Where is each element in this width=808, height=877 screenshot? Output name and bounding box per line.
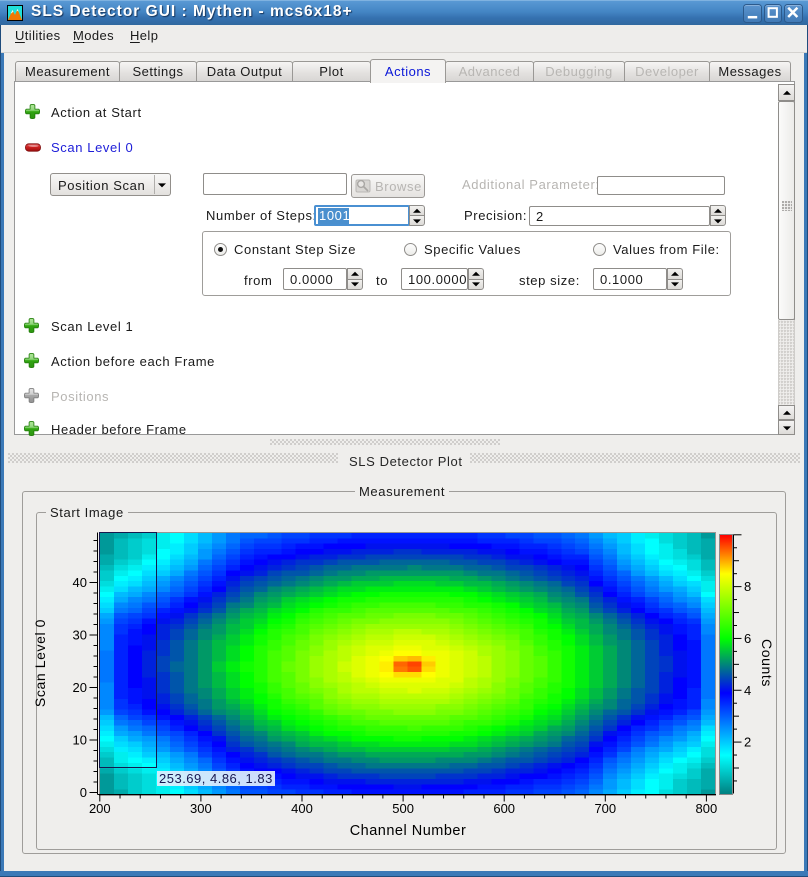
svg-text:0: 0 [80,785,87,800]
svg-text:300: 300 [190,801,212,816]
svg-text:400: 400 [291,801,313,816]
svg-text:2: 2 [744,735,751,750]
svg-text:Counts: Counts [759,639,775,687]
svg-text:Scan Level 0: Scan Level 0 [32,619,48,707]
svg-text:10: 10 [73,733,87,748]
svg-text:20: 20 [73,680,87,695]
svg-text:700: 700 [594,801,616,816]
svg-text:40: 40 [73,575,87,590]
svg-text:800: 800 [696,801,718,816]
svg-text:8: 8 [744,579,751,594]
svg-text:30: 30 [73,628,87,643]
svg-text:Channel Number: Channel Number [350,823,467,839]
svg-text:4: 4 [744,683,751,698]
svg-text:600: 600 [493,801,515,816]
svg-text:200: 200 [89,801,111,816]
svg-text:6: 6 [744,631,751,646]
svg-text:500: 500 [392,801,414,816]
